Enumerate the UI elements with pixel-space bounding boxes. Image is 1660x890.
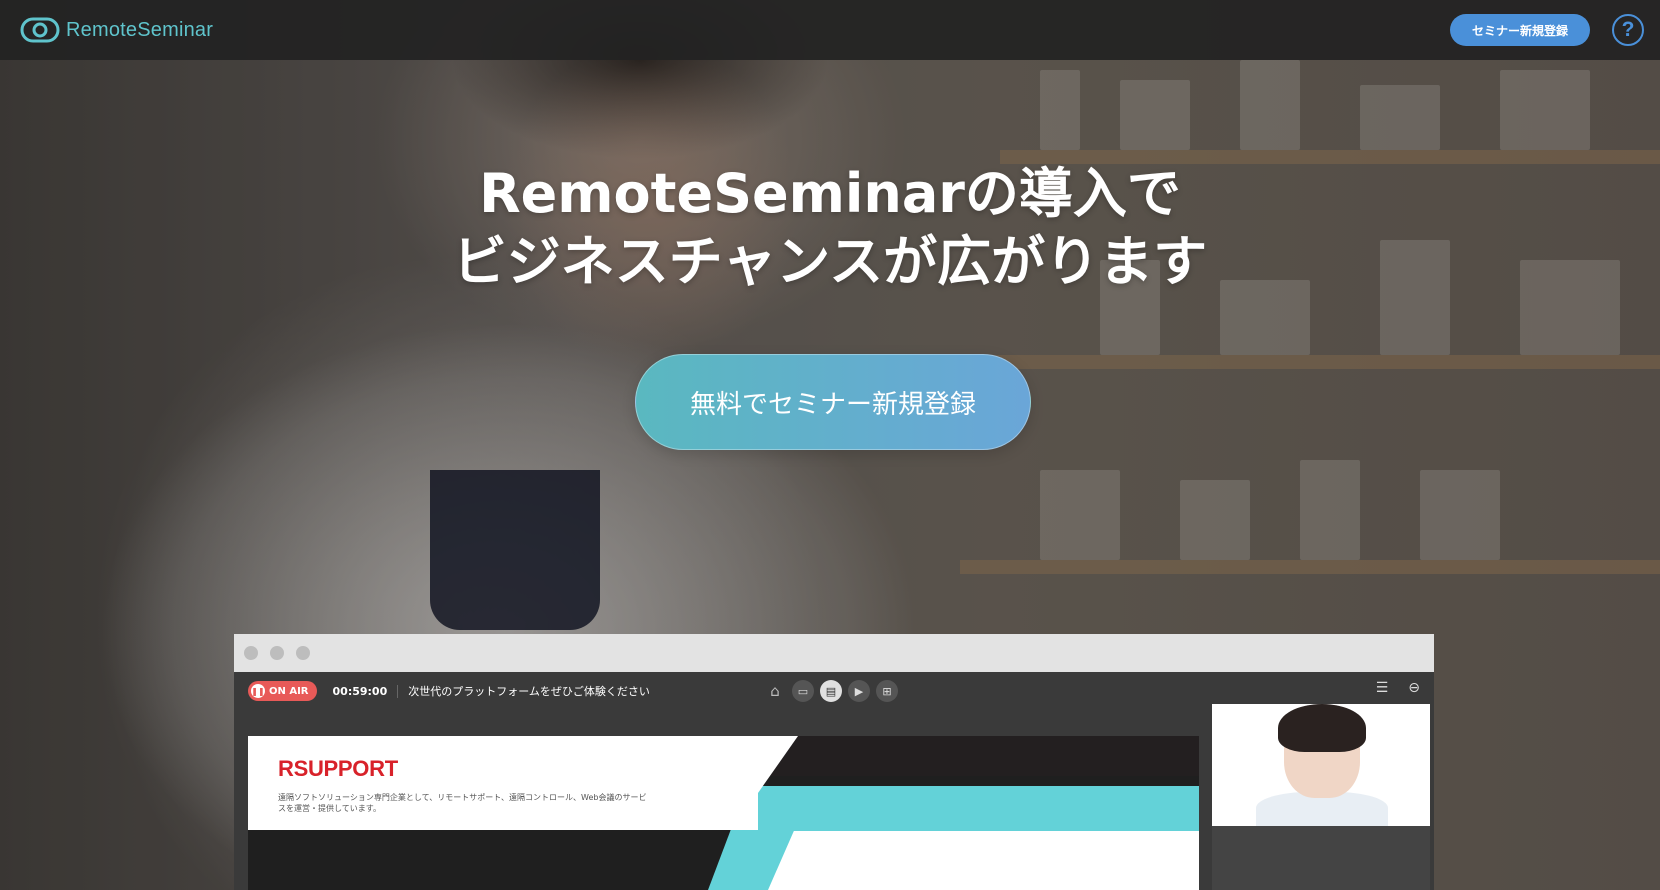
rsupport-logo: RSUPPORT [278, 756, 398, 781]
brand-logo-link[interactable]: RemoteSeminar [20, 17, 213, 43]
home-icon[interactable]: ⌂ [764, 680, 786, 702]
exit-icon[interactable]: ⊖ [1408, 680, 1420, 696]
document-icon[interactable]: ▤ [820, 680, 842, 702]
view-mode-icons: ⌂ ▭ ▤ ▶ ⊞ [764, 680, 898, 702]
help-icon[interactable]: ? [1612, 14, 1644, 46]
presenter-video [1212, 704, 1430, 826]
menu-icon[interactable]: ☰ [1376, 680, 1389, 696]
screen-icon[interactable]: ▭ [792, 680, 814, 702]
free-register-cta-button[interactable]: 無料でセミナー新規登録 [635, 354, 1031, 450]
player-right-icons: ☰ ⊖ [1376, 680, 1420, 696]
window-dot-icon [244, 646, 258, 660]
grid-icon[interactable]: ⊞ [876, 680, 898, 702]
window-dot-icon [270, 646, 284, 660]
window-titlebar [234, 634, 1434, 672]
onair-badge[interactable]: ❚❚ ON AIR [248, 681, 317, 701]
app-preview-window: ❚❚ ON AIR 00:59:00 次世代のプラットフォームをぜひご体験くださ… [234, 634, 1434, 890]
session-title: 次世代のプラットフォームをぜひご体験ください [408, 685, 650, 698]
onair-label: ON AIR [269, 685, 309, 697]
brand-logo-icon [20, 17, 60, 43]
seminar-register-button[interactable]: セミナー新規登録 [1450, 14, 1590, 46]
headline-line-1: RemoteSeminarの導入で [479, 162, 1181, 225]
pause-icon: ❚❚ [251, 684, 265, 698]
top-navbar: RemoteSeminar セミナー新規登録 ? [0, 0, 1660, 60]
slide-description: 遠隔ソフトソリューション専門企業として、リモートサポート、遠隔コントロール、We… [278, 793, 647, 813]
window-dot-icon [296, 646, 310, 660]
headline-line-2: ビジネスチャンスが広がります [452, 230, 1208, 293]
video-icon[interactable]: ▶ [848, 680, 870, 702]
side-panel [1212, 826, 1430, 890]
hero-headline: RemoteSeminarの導入で ビジネスチャンスが広がります [0, 160, 1660, 296]
presentation-slide: RSUPPORT 遠隔ソフトソリューション専門企業として、リモートサポート、遠隔… [248, 736, 1199, 890]
brand-name: RemoteSeminar [66, 18, 214, 41]
session-timer: 00:59:00 [333, 684, 399, 698]
